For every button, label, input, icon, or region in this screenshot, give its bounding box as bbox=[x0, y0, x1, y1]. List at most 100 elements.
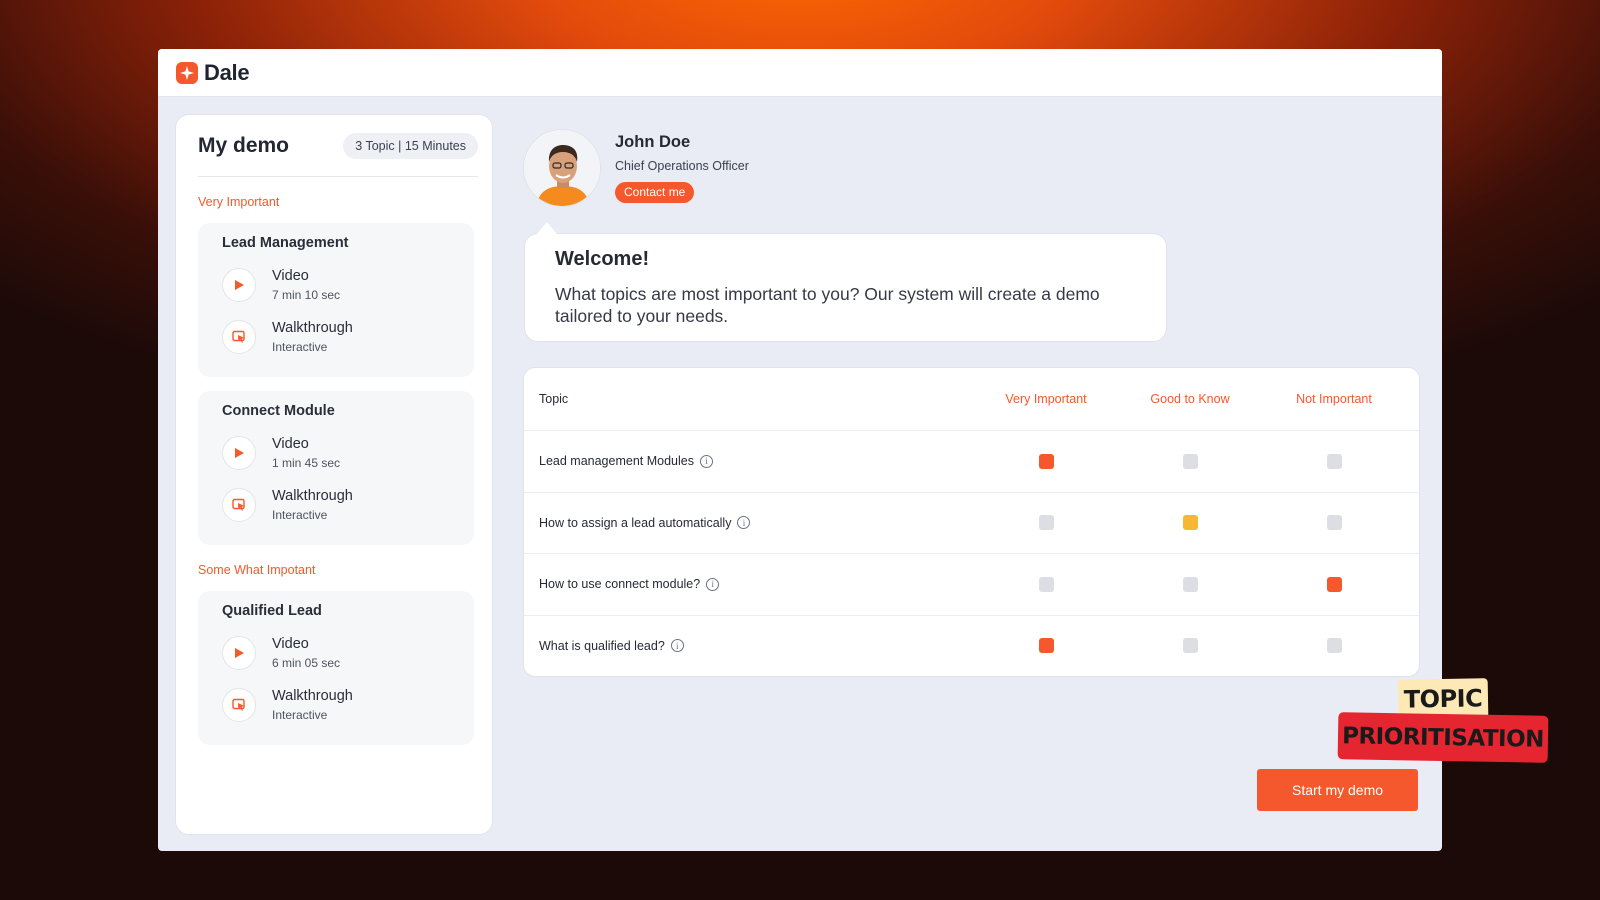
topic-name: How to use connect module? bbox=[539, 577, 701, 592]
topic-card: Qualified Lead Video 6 min 05 sec Walkthrou… bbox=[198, 591, 474, 745]
table-row: What is qualified lead? i bbox=[524, 614, 1419, 677]
priority-cell bbox=[1118, 453, 1262, 469]
play-icon[interactable] bbox=[222, 436, 256, 470]
topic-name: What is qualified lead? bbox=[539, 638, 665, 653]
table-header-row: Topic Very Important Good to Know Not Im… bbox=[524, 368, 1419, 430]
priority-option-not-important[interactable] bbox=[1326, 638, 1342, 654]
item-subtitle: 7 min 10 sec bbox=[272, 288, 341, 302]
contact-me-button[interactable]: Contact me bbox=[615, 182, 695, 203]
topic-card: Connect Module Video 1 min 45 sec Walkthrou… bbox=[198, 391, 474, 545]
priority-option-not-important[interactable] bbox=[1326, 453, 1342, 469]
header-topic: Topic bbox=[539, 392, 569, 406]
topic-name: Lead management Modules bbox=[539, 454, 694, 469]
section-label: Some What Impotant bbox=[198, 563, 316, 577]
cursor-screen-icon[interactable] bbox=[222, 488, 256, 522]
sidebar-sections: Very Important Lead Management Video 7 min … bbox=[198, 195, 474, 745]
app-window: Dale My demo 3 Topic | 15 Minutes Very I… bbox=[158, 49, 1442, 851]
header-good-to-know: Good to Know bbox=[1150, 392, 1230, 406]
priority-option-very-important[interactable] bbox=[1038, 515, 1054, 531]
welcome-bubble: Welcome! What topics are most important … bbox=[524, 222, 1167, 342]
welcome-title: Welcome! bbox=[555, 248, 650, 270]
video-item[interactable]: Video 6 min 05 sec bbox=[222, 627, 450, 679]
topic-cell: How to assign a lead automatically i bbox=[524, 516, 974, 530]
priority-cell bbox=[974, 515, 1118, 531]
topic-card-title: Lead Management bbox=[222, 235, 349, 251]
info-icon[interactable]: i bbox=[737, 516, 751, 530]
demo-sidebar: My demo 3 Topic | 15 Minutes Very Import… bbox=[175, 114, 493, 835]
priority-option-good-to-know[interactable] bbox=[1182, 515, 1198, 531]
item-subtitle: Interactive bbox=[272, 508, 328, 522]
walkthrough-item[interactable]: Walkthrough Interactive bbox=[222, 479, 450, 531]
priority-cell bbox=[974, 638, 1118, 654]
profile-role: Chief Operations Officer bbox=[615, 159, 749, 173]
bubble-tail bbox=[537, 222, 557, 234]
play-icon[interactable] bbox=[222, 636, 256, 670]
item-title: Video bbox=[272, 436, 309, 452]
priority-cell bbox=[1262, 515, 1406, 531]
topic-name: How to assign a lead automatically bbox=[539, 515, 732, 530]
table-row: Lead management Modules i bbox=[524, 430, 1419, 492]
priority-option-not-important[interactable] bbox=[1326, 576, 1342, 592]
logo: Dale bbox=[176, 59, 250, 86]
item-subtitle: Interactive bbox=[272, 340, 328, 354]
priority-cell bbox=[1118, 515, 1262, 531]
item-text: Video 6 min 05 sec bbox=[272, 636, 340, 670]
table-row: How to assign a lead automatically i bbox=[524, 491, 1419, 554]
item-title: Video bbox=[272, 268, 309, 284]
item-title: Video bbox=[272, 636, 309, 652]
item-subtitle: 6 min 05 sec bbox=[272, 656, 341, 670]
demo-summary-badge: 3 Topic | 15 Minutes bbox=[343, 132, 478, 159]
header-very-important: Very Important bbox=[1005, 392, 1087, 406]
priority-cell bbox=[1118, 576, 1262, 592]
priority-cell bbox=[1262, 453, 1406, 469]
priority-cell bbox=[974, 576, 1118, 592]
info-icon[interactable]: i bbox=[670, 639, 684, 653]
top-bar: Dale bbox=[158, 49, 1442, 97]
cursor-screen-icon[interactable] bbox=[222, 320, 256, 354]
item-subtitle: 1 min 45 sec bbox=[272, 456, 341, 470]
priority-cell bbox=[1262, 638, 1406, 654]
topic-cell: What is qualified lead? i bbox=[524, 639, 974, 653]
sidebar-title: My demo bbox=[198, 133, 290, 157]
priority-cell bbox=[974, 453, 1118, 469]
priority-cell bbox=[1118, 638, 1262, 654]
item-subtitle: Interactive bbox=[272, 708, 328, 722]
cursor-screen-icon[interactable] bbox=[222, 688, 256, 722]
info-icon[interactable]: i bbox=[699, 454, 713, 468]
topic-card: Lead Management Video 7 min 10 sec Walkthro… bbox=[198, 223, 474, 377]
video-item[interactable]: Video 7 min 10 sec bbox=[222, 259, 450, 311]
play-icon[interactable] bbox=[222, 268, 256, 302]
table-body: Lead management Modules i How to assign a … bbox=[524, 430, 1419, 676]
priority-option-good-to-know[interactable] bbox=[1182, 453, 1198, 469]
prioritisation-sticker: PRIORITISATION bbox=[1337, 712, 1549, 763]
table-row: How to use connect module? i bbox=[524, 553, 1419, 615]
header-not-important: Not Important bbox=[1296, 392, 1372, 406]
start-demo-button[interactable]: Start my demo bbox=[1257, 769, 1418, 811]
priority-option-very-important[interactable] bbox=[1038, 453, 1054, 469]
item-title: Walkthrough bbox=[272, 320, 353, 336]
app-name: Dale bbox=[204, 59, 250, 85]
avatar bbox=[523, 129, 601, 207]
section-label: Very Important bbox=[198, 195, 280, 209]
item-text: Walkthrough Interactive bbox=[272, 688, 353, 722]
item-title: Walkthrough bbox=[272, 488, 353, 504]
priority-cell bbox=[1262, 576, 1406, 592]
item-text: Walkthrough Interactive bbox=[272, 488, 353, 522]
priority-option-good-to-know[interactable] bbox=[1182, 638, 1198, 654]
topic-card-title: Connect Module bbox=[222, 403, 335, 419]
item-text: Video 1 min 45 sec bbox=[272, 436, 340, 470]
priority-option-good-to-know[interactable] bbox=[1182, 576, 1198, 592]
item-text: Walkthrough Interactive bbox=[272, 320, 353, 354]
walkthrough-item[interactable]: Walkthrough Interactive bbox=[222, 679, 450, 731]
info-icon[interactable]: i bbox=[706, 577, 720, 591]
priority-option-very-important[interactable] bbox=[1038, 638, 1054, 654]
priority-option-not-important[interactable] bbox=[1326, 515, 1342, 531]
welcome-text: What topics are most important to you? O… bbox=[555, 284, 1100, 326]
priority-option-very-important[interactable] bbox=[1038, 576, 1054, 592]
profile-name: John Doe bbox=[615, 133, 691, 151]
video-item[interactable]: Video 1 min 45 sec bbox=[222, 427, 450, 479]
topic-table: Topic Very Important Good to Know Not Im… bbox=[523, 367, 1420, 677]
topic-cell: How to use connect module? i bbox=[524, 577, 974, 591]
walkthrough-item[interactable]: Walkthrough Interactive bbox=[222, 311, 450, 363]
item-text: Video 7 min 10 sec bbox=[272, 268, 340, 302]
